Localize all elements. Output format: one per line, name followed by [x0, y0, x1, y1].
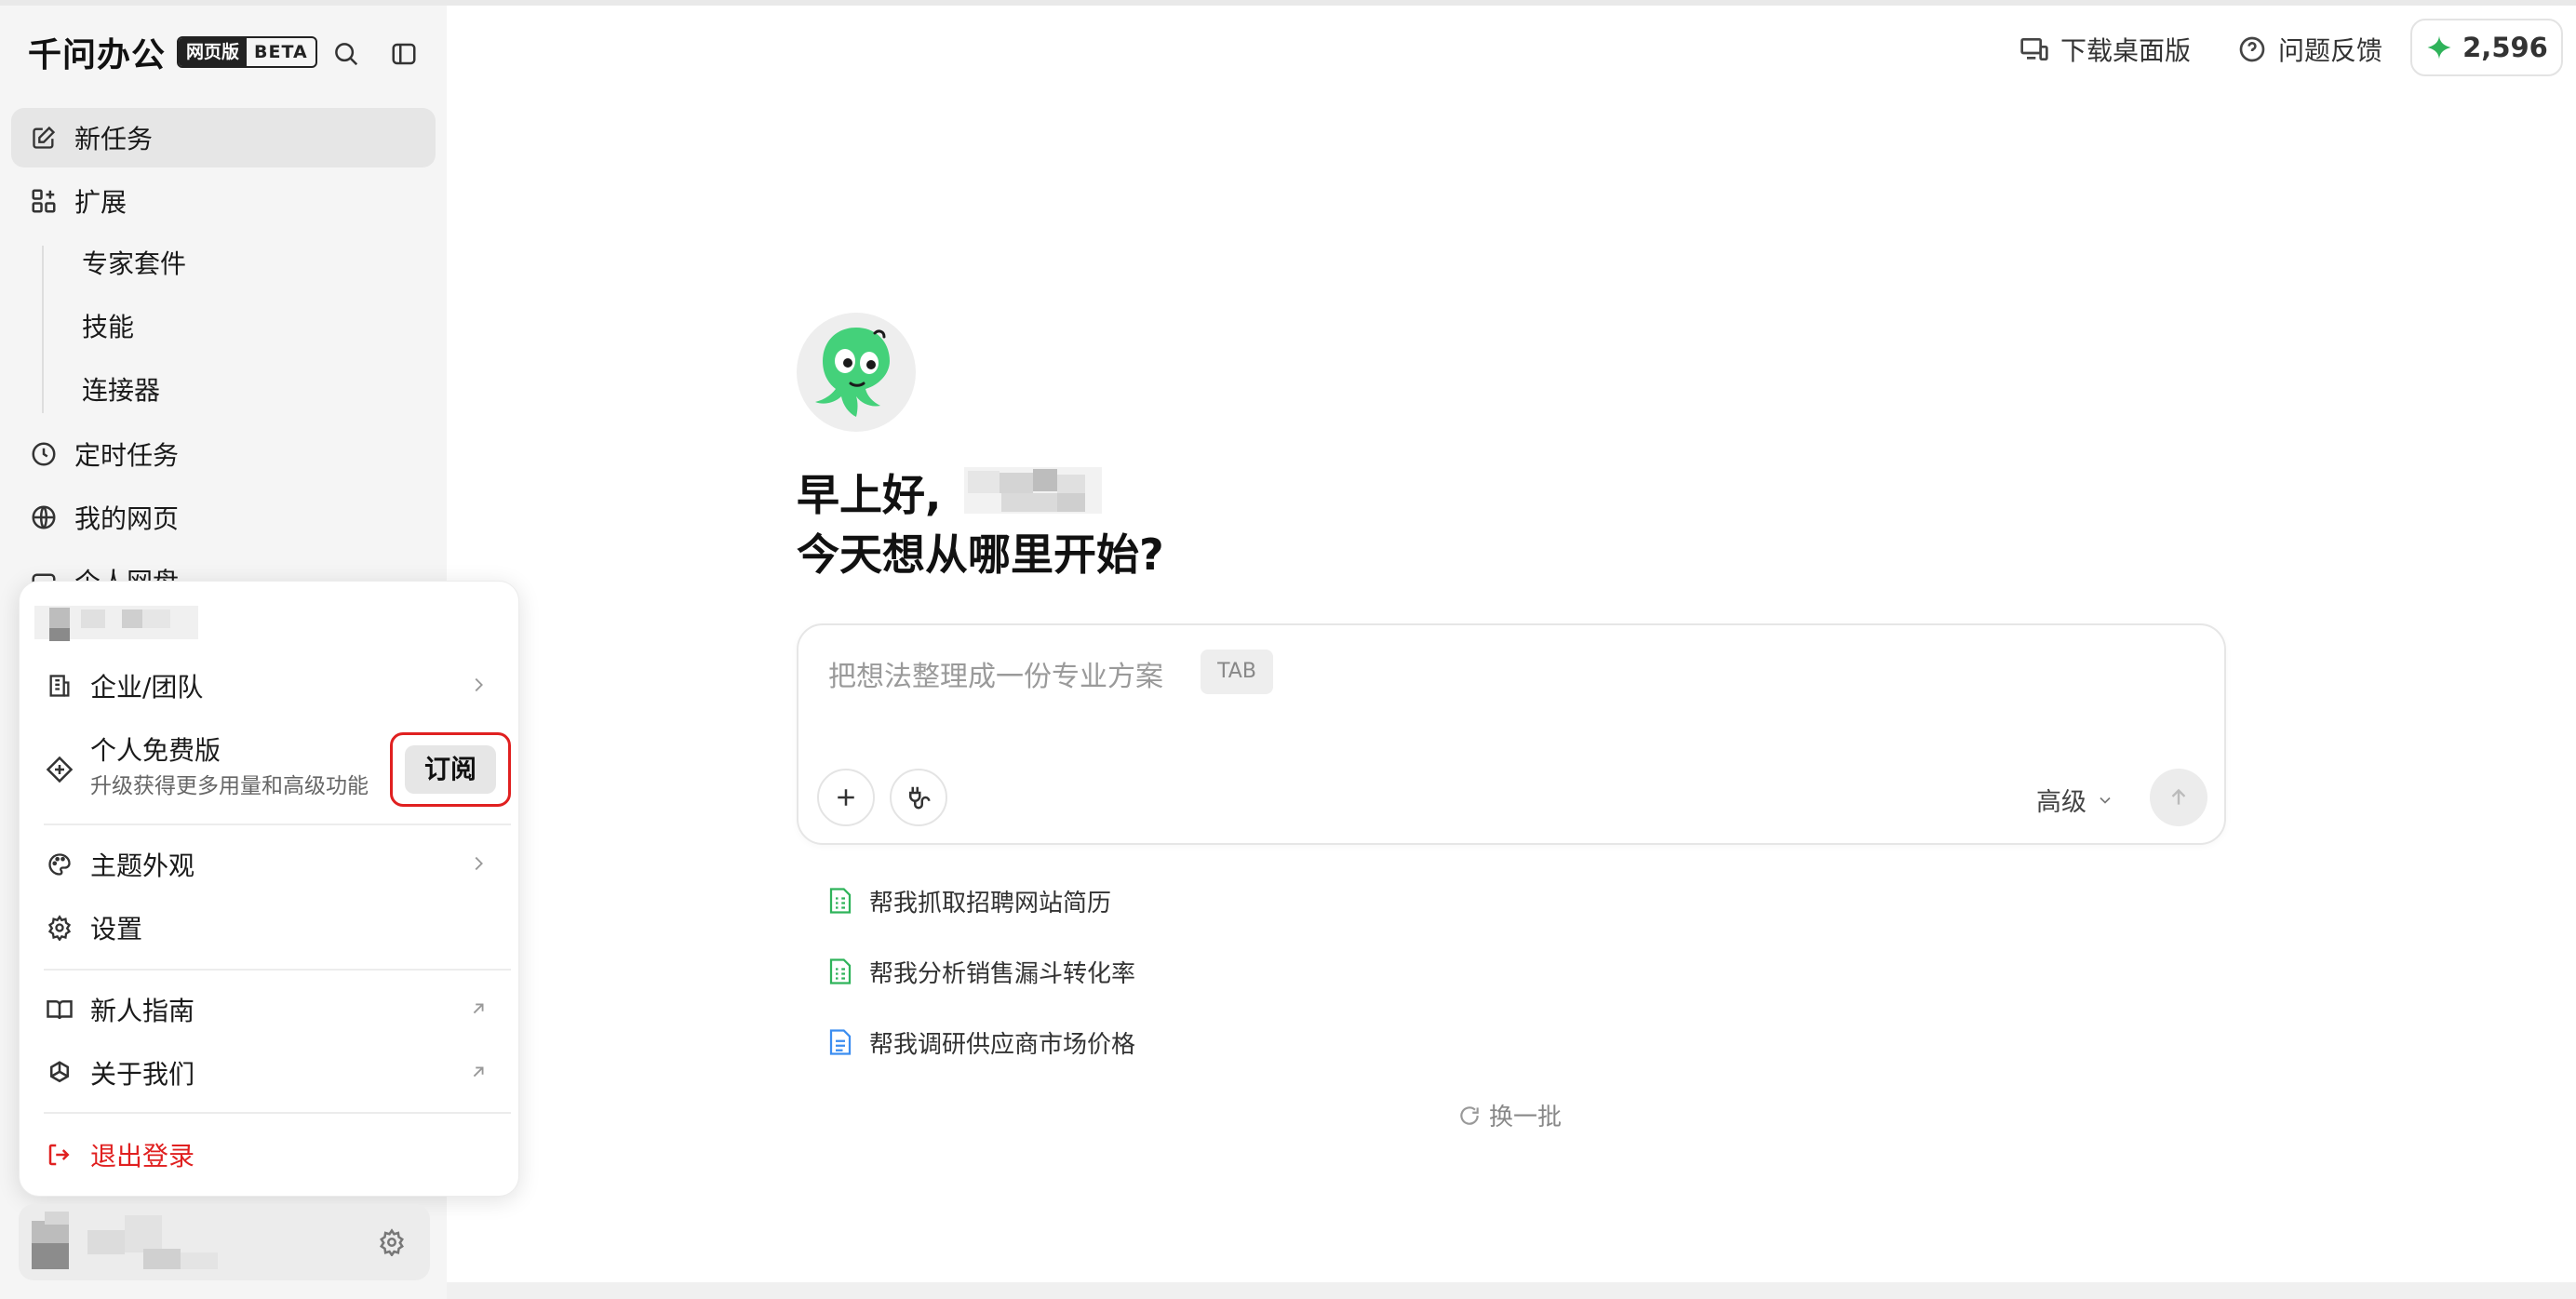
sidebar-item-my-pages[interactable]: 我的网页: [11, 488, 436, 547]
menu-item-label: 主题外观: [90, 850, 195, 881]
menu-item-label: 关于我们: [90, 1059, 195, 1090]
grid-plus-icon: [28, 185, 60, 217]
advanced-mode-selector[interactable]: 高级: [2036, 782, 2114, 818]
gear-icon: [44, 912, 75, 944]
suggestion-text: 帮我抓取招聘网站简历: [869, 889, 1112, 917]
prompt-input-placeholder[interactable]: 把想法整理成一份专业方案: [828, 653, 1163, 694]
menu-divider: [44, 1112, 511, 1114]
app-logo[interactable]: 千问办公 网页版 BETA: [28, 28, 317, 76]
gear-icon[interactable]: [378, 1228, 406, 1256]
plug-icon: [905, 783, 932, 811]
globe-icon: [28, 502, 60, 533]
subscribe-button[interactable]: 订阅: [405, 745, 496, 794]
menu-divider: [44, 824, 511, 825]
diamond-plus-icon: [44, 754, 75, 785]
building-icon: [44, 670, 75, 702]
refresh-suggestions-button[interactable]: 换一批: [1457, 1098, 1562, 1132]
blurred-avatar-name: [32, 1212, 218, 1269]
add-attachment-button[interactable]: [817, 769, 875, 826]
menu-item-guide[interactable]: 新人指南: [44, 982, 509, 1038]
download-desktop-button[interactable]: 下载桌面版: [2019, 24, 2191, 74]
chevron-right-icon: [468, 853, 489, 874]
menu-item-label: 企业/团队: [90, 672, 204, 703]
web-badge: 网页版: [179, 38, 248, 66]
sidebar-subitem-connectors[interactable]: 连接器: [82, 365, 417, 417]
account-menu-popup: 企业/团队 个人免费版 升级获得更多用量和高级功能 订阅 主题外观 设置 新人指…: [19, 581, 519, 1197]
beta-badge: BETA: [254, 42, 308, 62]
send-button[interactable]: [2150, 769, 2207, 826]
version-badge: 网页版 BETA: [177, 36, 317, 68]
advanced-label: 高级: [2036, 788, 2086, 817]
menu-item-label: 设置: [90, 914, 143, 944]
bottom-edge: [447, 1282, 2576, 1299]
sub-items-guide-line: [42, 246, 44, 413]
devices-icon: [2019, 34, 2049, 64]
sheet-icon: [828, 887, 852, 915]
refresh-label: 换一批: [1489, 1104, 1563, 1132]
tab-key-hint: TAB: [1201, 650, 1273, 694]
edit-icon: [28, 122, 60, 154]
sidebar-subitem-expert-kit[interactable]: 专家套件: [82, 238, 417, 290]
menu-item-label: 退出登录: [90, 1141, 195, 1172]
credits-badge[interactable]: 2,596: [2410, 19, 2563, 76]
suggestion-item[interactable]: 帮我分析销售漏斗转化率: [828, 951, 1135, 992]
subscribe-highlight: 订阅: [390, 732, 511, 807]
plan-subtitle: 升级获得更多用量和高级功能: [90, 774, 369, 798]
sidebar-toggle-icon[interactable]: [385, 35, 423, 73]
book-icon: [44, 994, 75, 1025]
logout-icon: [44, 1139, 75, 1171]
greeting-text: 早上好,: [797, 470, 942, 520]
plus-icon: [832, 783, 860, 811]
sidebar-item-new-task[interactable]: 新任务: [11, 108, 436, 167]
suggestion-item[interactable]: 帮我抓取招聘网站简历: [828, 880, 1111, 921]
page-headline: 今天想从哪里开始?: [797, 529, 1164, 580]
feedback-button[interactable]: 问题反馈: [2237, 24, 2382, 74]
menu-item-about[interactable]: 关于我们: [44, 1045, 509, 1101]
blurred-username: [34, 606, 198, 641]
menu-item-theme[interactable]: 主题外观: [44, 837, 509, 892]
arrow-up-right-icon: [468, 998, 489, 1019]
blurred-user-name: [964, 467, 1102, 514]
suggestion-text: 帮我分析销售漏斗转化率: [869, 959, 1136, 988]
sidebar-item-label: 新任务: [74, 124, 154, 154]
plan-title: 个人免费版: [90, 735, 221, 766]
sheet-icon: [828, 958, 852, 985]
menu-item-team[interactable]: 企业/团队: [44, 658, 509, 714]
sidebar-item-label: 扩展: [74, 187, 127, 218]
menu-item-settings[interactable]: 设置: [44, 900, 509, 956]
user-account-bar[interactable]: [19, 1204, 430, 1280]
suggestion-text: 帮我调研供应商市场价格: [869, 1030, 1136, 1059]
tools-button[interactable]: [890, 769, 947, 826]
doc-icon: [828, 1028, 852, 1056]
menu-divider: [44, 969, 511, 971]
feedback-label: 问题反馈: [2278, 35, 2383, 66]
sparkle-icon: [2425, 33, 2453, 61]
menu-item-logout[interactable]: 退出登录: [44, 1127, 509, 1183]
app-name: 千问办公: [28, 36, 167, 74]
sidebar-item-scheduled-tasks[interactable]: 定时任务: [11, 424, 436, 484]
mascot-avatar: [797, 313, 916, 432]
chevron-right-icon: [468, 675, 489, 695]
prompt-input-box[interactable]: 把想法整理成一份专业方案 TAB 高级: [797, 623, 2226, 845]
credits-value: 2,596: [2462, 32, 2548, 63]
download-label: 下载桌面版: [2060, 35, 2192, 66]
sidebar-item-label: 我的网页: [74, 503, 180, 534]
suggestion-item[interactable]: 帮我调研供应商市场价格: [828, 1022, 1135, 1063]
help-circle-icon: [2237, 34, 2267, 64]
clock-icon: [28, 438, 60, 470]
search-icon[interactable]: [328, 35, 365, 73]
chevron-down-icon: [2096, 791, 2114, 810]
sidebar-item-extensions[interactable]: 扩展: [11, 171, 436, 231]
palette-icon: [44, 849, 75, 880]
sidebar-item-label: 定时任务: [74, 440, 180, 471]
arrow-up-icon: [2167, 785, 2191, 810]
sidebar-subitem-skills[interactable]: 技能: [82, 301, 417, 354]
about-logo-icon: [44, 1057, 75, 1089]
refresh-icon: [1457, 1104, 1482, 1128]
arrow-up-right-icon: [468, 1062, 489, 1082]
menu-item-label: 新人指南: [90, 996, 195, 1026]
